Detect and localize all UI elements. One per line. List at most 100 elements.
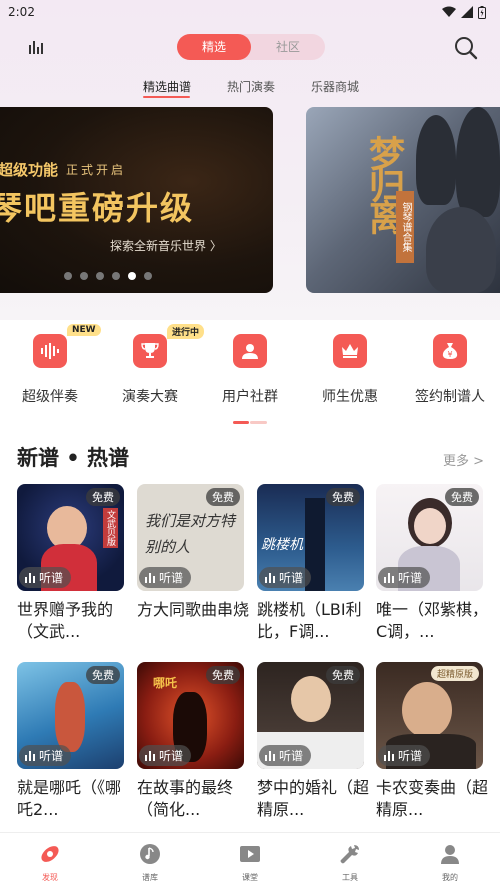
- score-title: 世界赠予我的（文武...: [17, 600, 114, 641]
- bottom-tab-bar: 发现 谱库 课堂 工具 我的: [0, 832, 500, 888]
- score-title: 在故事的最终（简化...: [137, 778, 234, 819]
- free-badge: 免费: [445, 488, 479, 506]
- trophy-icon: [141, 343, 159, 358]
- segment-community[interactable]: 社区: [251, 34, 325, 60]
- score-title: 跳楼机（LBI利比，F调...: [257, 600, 362, 641]
- play-video-icon: [240, 846, 260, 862]
- score-cover: 免费 听谱: [376, 484, 483, 591]
- music-library-icon: [140, 844, 160, 864]
- score-cover: 我们是对方特别的人 免费 听谱: [137, 484, 244, 591]
- more-link[interactable]: 更多 >: [443, 450, 484, 469]
- score-card[interactable]: 免费 听谱 唯一（邓紫棋，C调，...: [376, 484, 488, 643]
- banner-subtitle: 探索全新音乐世界 〉: [110, 239, 222, 253]
- audio-bars-icon: [384, 750, 394, 761]
- feature-super-accompaniment[interactable]: NEW 超级伴奏: [0, 324, 101, 406]
- listen-button[interactable]: 听谱: [378, 567, 431, 588]
- listen-button[interactable]: 听谱: [19, 745, 72, 766]
- feature-performance-contest[interactable]: 进行中 演奏大赛: [100, 324, 205, 406]
- app-header: 精选 社区: [0, 30, 500, 64]
- score-cover: 文武贝版 免费 听谱: [17, 484, 124, 591]
- score-card[interactable]: 免费 听谱 梦中的婚礼（超精原...: [257, 662, 369, 821]
- audio-bars-icon: [265, 572, 275, 583]
- audio-bars-icon: [265, 750, 275, 761]
- tab-classroom[interactable]: 课堂: [220, 843, 280, 883]
- audio-bars-icon: [25, 572, 35, 583]
- crown-icon: [342, 344, 358, 358]
- listen-button[interactable]: 听谱: [259, 745, 312, 766]
- status-time: 2:02: [8, 5, 35, 19]
- segment-switch: 精选 社区: [177, 34, 325, 60]
- album-stamp: 钢琴谱合集: [396, 191, 414, 263]
- listen-button[interactable]: 听谱: [259, 567, 312, 588]
- equalizer-icon[interactable]: [27, 38, 45, 56]
- wifi-icon: [442, 6, 456, 17]
- user-group-icon: [242, 344, 258, 359]
- score-title: 梦中的婚礼（超精原...: [257, 778, 369, 819]
- feature-user-community[interactable]: 用户社群: [200, 334, 300, 406]
- score-card[interactable]: 超精原版 听谱 卡农变奏曲（超精原...: [376, 662, 488, 821]
- profile-icon: [441, 845, 459, 864]
- feature-label: 签约制谱人: [415, 389, 485, 405]
- score-card[interactable]: 文武贝版 免费 听谱 世界赠予我的（文武...: [17, 484, 124, 643]
- sub-tabs: 精选曲谱 热门演奏 乐器商城: [0, 78, 500, 102]
- free-badge: 免费: [326, 488, 360, 506]
- section-title: 新谱 • 热谱: [17, 446, 130, 470]
- audio-bars-icon: [25, 750, 35, 761]
- free-badge: 免费: [206, 666, 240, 684]
- audio-bars-icon: [384, 572, 394, 583]
- score-title: 方大同歌曲串烧: [137, 600, 249, 619]
- free-badge: 免费: [86, 488, 120, 506]
- score-cover: 哪吒 免费 听谱: [137, 662, 244, 769]
- feature-label: 演奏大赛: [122, 389, 178, 405]
- feature-label: 师生优惠: [322, 389, 378, 405]
- listen-button[interactable]: 听谱: [139, 567, 192, 588]
- waveform-icon: [41, 343, 59, 359]
- tab-instrument-store[interactable]: 乐器商城: [311, 78, 359, 95]
- score-title: 唯一（邓紫棋，C调，...: [376, 600, 488, 641]
- svg-text:¥: ¥: [447, 350, 452, 359]
- banner-album[interactable]: 梦归离 钢琴谱合集: [306, 107, 500, 293]
- in-progress-badge: 进行中: [167, 324, 205, 339]
- status-bar: 2:02: [0, 0, 500, 24]
- banner-headline: 琴吧重磅升级: [0, 189, 195, 227]
- discover-icon: [41, 846, 59, 862]
- listen-button[interactable]: 听谱: [19, 567, 72, 588]
- listen-button[interactable]: 听谱: [378, 745, 431, 766]
- premium-badge: 超精原版: [430, 666, 479, 681]
- tab-profile[interactable]: 我的: [420, 843, 480, 883]
- tab-library[interactable]: 谱库: [120, 843, 180, 883]
- score-card[interactable]: 哪吒 免费 听谱 在故事的最终（简化...: [137, 662, 244, 821]
- tab-tools[interactable]: 工具: [320, 843, 380, 883]
- tab-hot-performances[interactable]: 热门演奏: [227, 78, 275, 95]
- segment-featured[interactable]: 精选: [177, 34, 251, 60]
- feature-label: 用户社群: [222, 389, 278, 405]
- feature-label: 超级伴奏: [22, 389, 78, 405]
- free-badge: 免费: [206, 488, 240, 506]
- score-title: 卡农变奏曲（超精原...: [376, 778, 488, 819]
- active-tab-underline: [143, 96, 190, 98]
- listen-button[interactable]: 听谱: [139, 745, 192, 766]
- audio-bars-icon: [145, 572, 155, 583]
- feature-shortcuts: NEW 超级伴奏 进行中 演奏大赛 用户社群 师生优惠 ¥ 签约制谱人: [0, 320, 500, 410]
- score-card[interactable]: 我们是对方特别的人 免费 听谱 方大同歌曲串烧: [137, 484, 249, 643]
- score-cover: 超精原版 听谱: [376, 662, 483, 769]
- score-card[interactable]: 免费 听谱 就是哪吒（《哪吒2...: [17, 662, 124, 821]
- feature-student-discount[interactable]: 师生优惠: [300, 334, 400, 406]
- score-card[interactable]: 跳楼机 免费 听谱 跳楼机（LBI利比，F调...: [257, 484, 364, 643]
- battery-icon: [478, 5, 486, 19]
- free-badge: 免费: [326, 666, 360, 684]
- search-icon[interactable]: [454, 36, 478, 60]
- banner-tag: 超级功能: [0, 161, 59, 179]
- signal-icon: [461, 6, 473, 18]
- banner-tag-secondary: 正式开启: [66, 163, 127, 177]
- tab-discover[interactable]: 发现: [20, 843, 80, 883]
- feature-scroll-indicator: [233, 421, 267, 424]
- score-title: 就是哪吒（《哪吒2...: [17, 778, 122, 819]
- banner-upgrade[interactable]: 超级功能 正式开启 琴吧重磅升级 探索全新音乐世界 〉: [0, 107, 273, 293]
- banner-pagination: [64, 272, 152, 280]
- tab-featured-scores[interactable]: 精选曲谱: [143, 78, 191, 95]
- audio-bars-icon: [145, 750, 155, 761]
- score-cover: 免费 听谱: [257, 662, 364, 769]
- feature-signed-arranger[interactable]: ¥ 签约制谱人: [400, 334, 500, 406]
- score-cover: 跳楼机 免费 听谱: [257, 484, 364, 591]
